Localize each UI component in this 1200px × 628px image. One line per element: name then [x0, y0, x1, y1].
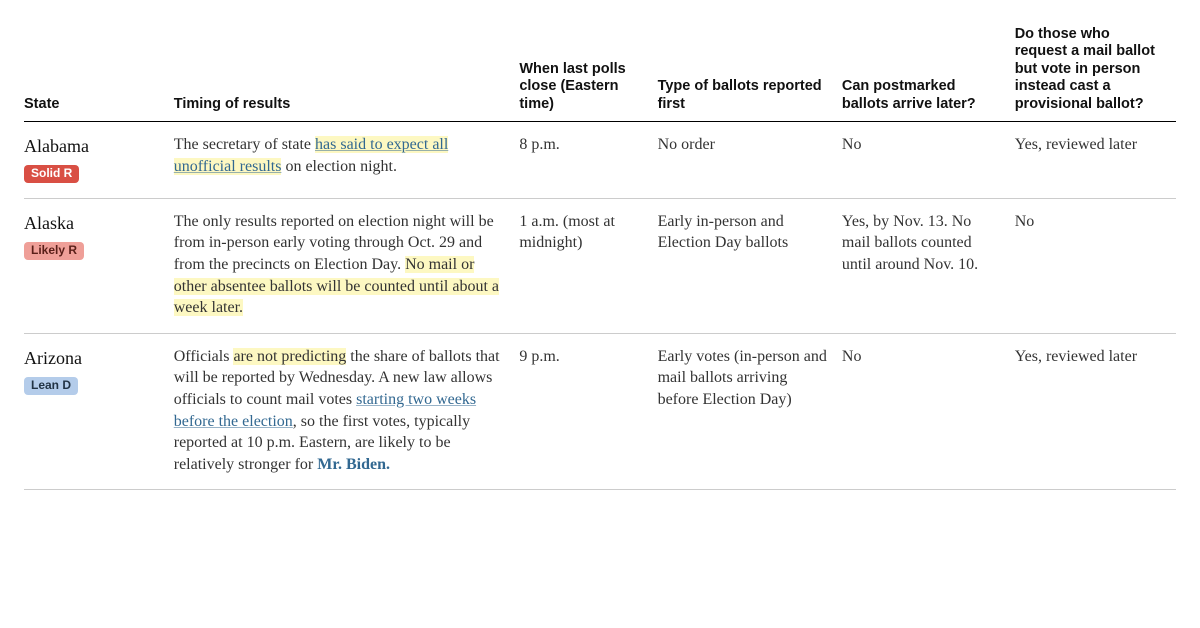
- table-header-row: State Timing of results When last polls …: [24, 20, 1176, 121]
- cell-polls-close: 9 p.m.: [519, 333, 657, 490]
- table-row: Alabama Solid R The secretary of state h…: [24, 121, 1176, 198]
- cell-state: Alabama Solid R: [24, 121, 174, 198]
- cell-provisional: Yes, reviewed later: [1015, 121, 1176, 198]
- state-name: Alabama: [24, 134, 160, 158]
- cell-ballots-first: No order: [658, 121, 842, 198]
- cell-postmarked: No: [842, 333, 1015, 490]
- header-ballots-first: Type of ballots reported first: [658, 20, 842, 121]
- cell-ballots-first: Early in-person and Election Day ballots: [658, 198, 842, 333]
- timing-person-link[interactable]: Mr. Biden.: [317, 456, 390, 473]
- header-timing: Timing of results: [174, 20, 520, 121]
- table-row: Alaska Likely R The only results reporte…: [24, 198, 1176, 333]
- cell-timing: Officials are not predicting the share o…: [174, 333, 520, 490]
- header-polls-close: When last polls close (Eastern time): [519, 20, 657, 121]
- rating-badge: Lean D: [24, 377, 78, 395]
- header-postmarked: Can postmarked ballots arrive later?: [842, 20, 1015, 121]
- rating-badge: Solid R: [24, 165, 79, 183]
- table-row: Arizona Lean D Officials are not predict…: [24, 333, 1176, 490]
- cell-timing: The only results reported on election ni…: [174, 198, 520, 333]
- cell-state: Arizona Lean D: [24, 333, 174, 490]
- timing-text: on election night.: [281, 158, 397, 175]
- timing-text: Officials: [174, 348, 234, 365]
- cell-state: Alaska Likely R: [24, 198, 174, 333]
- state-name: Alaska: [24, 211, 160, 235]
- timing-text: The secretary of state: [174, 136, 315, 153]
- state-name: Arizona: [24, 346, 160, 370]
- cell-postmarked: Yes, by Nov. 13. No mail ballots counted…: [842, 198, 1015, 333]
- cell-provisional: No: [1015, 198, 1176, 333]
- cell-postmarked: No: [842, 121, 1015, 198]
- timing-highlight: are not predicting: [233, 348, 346, 365]
- rating-badge: Likely R: [24, 242, 84, 260]
- header-state: State: [24, 20, 174, 121]
- results-timing-table: State Timing of results When last polls …: [24, 20, 1176, 490]
- cell-timing: The secretary of state has said to expec…: [174, 121, 520, 198]
- cell-ballots-first: Early votes (in-person and mail ballots …: [658, 333, 842, 490]
- cell-polls-close: 1 a.m. (most at midnight): [519, 198, 657, 333]
- header-provisional: Do those who request a mail ballot but v…: [1015, 20, 1176, 121]
- cell-provisional: Yes, reviewed later: [1015, 333, 1176, 490]
- cell-polls-close: 8 p.m.: [519, 121, 657, 198]
